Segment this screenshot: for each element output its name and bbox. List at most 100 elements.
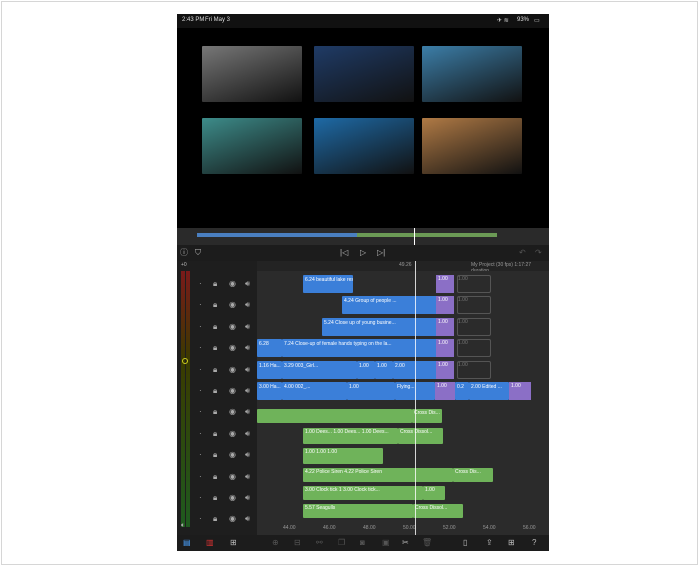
volume-icon[interactable]: 🔊︎ [245, 450, 250, 460]
ripple-icon[interactable]: · [199, 514, 202, 523]
transition-clip[interactable]: 1.00 [436, 360, 454, 379]
ripple-icon[interactable]: · [199, 493, 202, 502]
video-clip[interactable]: 2.00 Edited ... [469, 382, 509, 400]
lock-icon[interactable]: 🔒︎ [213, 279, 217, 289]
info-icon[interactable]: ⓘ [180, 248, 188, 258]
ripple-icon[interactable]: · [199, 343, 202, 352]
overview-scrubber[interactable] [177, 228, 549, 245]
copy-icon[interactable]: ❐ [338, 538, 345, 548]
video-clip[interactable]: 0.2 [455, 382, 469, 400]
ripple-icon[interactable]: · [199, 300, 202, 309]
preview-thumb-hands-typing[interactable] [202, 46, 302, 102]
lock-icon[interactable]: 🔒︎ [213, 407, 217, 417]
volume-icon[interactable]: 🔊︎ [245, 407, 250, 417]
volume-icon[interactable]: 🔊︎ [245, 472, 250, 482]
shield-icon[interactable]: ⛉ [195, 248, 201, 258]
ripple-icon[interactable]: · [199, 279, 202, 288]
camera-icon[interactable]: ◙ [360, 538, 365, 548]
volume-icon[interactable]: 🔊︎ [245, 493, 250, 503]
scissors-icon[interactable]: ✂ [402, 538, 409, 548]
transition-clip[interactable]: 1.00 [436, 296, 454, 315]
ghost-clip[interactable]: 1.00 [457, 275, 491, 293]
volume-icon[interactable]: 🔊︎ [245, 386, 250, 396]
volume-icon[interactable]: 🔊︎ [245, 514, 250, 524]
eye-icon[interactable]: ◉ [229, 343, 236, 352]
eye-icon[interactable]: ◉ [229, 429, 236, 438]
audio-clip[interactable]: Cross Dissol... [413, 504, 463, 518]
layout-icon[interactable]: ⊞ [508, 538, 515, 548]
ripple-icon[interactable]: · [199, 322, 202, 331]
split-icon[interactable]: ⊟ [294, 538, 301, 548]
lock-icon[interactable]: 🔒︎ [213, 386, 217, 396]
preview-thumb-glasses-reflection[interactable] [422, 46, 522, 102]
timeline-ruler[interactable]: 49.26 My Project (30 fps) 1:17:27 durati… [257, 261, 549, 274]
video-clip[interactable]: 6.28 [257, 339, 282, 358]
ghost-clip[interactable]: 1.00 [457, 296, 491, 315]
video-clip[interactable]: 3.00 Ha... [257, 382, 282, 400]
audio-clip[interactable]: Cross Dissol... [398, 428, 443, 444]
add-media-icon[interactable]: ⊞ [230, 538, 237, 548]
audio-clip[interactable]: 4.22 Police Siren 4.22 Police Siren [303, 468, 453, 482]
preview-canvas[interactable] [177, 28, 549, 228]
video-clip[interactable]: 3.29 003_Girl... [282, 360, 357, 379]
video-clip[interactable]: 1.00 [357, 360, 375, 379]
document-icon[interactable]: ▯ [463, 538, 467, 548]
playhead[interactable] [415, 261, 416, 535]
eye-icon[interactable]: ◉ [229, 279, 236, 288]
lock-icon[interactable]: 🔒︎ [213, 472, 217, 482]
transition-clip[interactable]: 1.00 [436, 275, 454, 293]
skip-back-icon[interactable]: |◁ [340, 248, 348, 258]
ghost-clip[interactable]: 1.00 [457, 360, 491, 379]
video-clip[interactable]: 4.24 Group of people ... [342, 296, 437, 315]
play-icon[interactable]: ▷ [360, 248, 366, 258]
skip-forward-icon[interactable]: ▷| [377, 248, 385, 258]
audio-clip[interactable]: Cross Dis... [412, 409, 442, 423]
audio-clip[interactable] [257, 409, 412, 423]
transition-clip[interactable]: 1.00 [435, 382, 455, 400]
redo-icon[interactable]: ↷ [535, 248, 542, 258]
video-clip[interactable]: 1.00 [347, 382, 395, 400]
ripple-icon[interactable]: · [199, 472, 202, 481]
timeline-view-icon[interactable]: ▤ [183, 538, 191, 548]
transition-clip[interactable]: 1.00 [436, 317, 454, 336]
lock-icon[interactable]: 🔒︎ [213, 514, 217, 524]
lock-icon[interactable]: 🔒︎ [213, 450, 217, 460]
audio-clip[interactable]: 3.00 Clock tick 1 3.00 Clock tick... [303, 486, 423, 500]
trash-icon[interactable]: 🗑︎ [422, 538, 432, 548]
preview-thumb-moon-clouds[interactable] [314, 46, 414, 102]
eye-icon[interactable]: ◉ [229, 386, 236, 395]
eye-icon[interactable]: ◉ [229, 472, 236, 481]
lock-icon[interactable]: 🔒︎ [213, 429, 217, 439]
timeline-tracks[interactable]: 6.24 beautiful lake resort , aerial view… [257, 271, 549, 535]
link-icon[interactable]: ⚯ [316, 538, 323, 548]
ghost-clip[interactable]: 1.00 [457, 317, 491, 336]
eye-icon[interactable]: ◉ [229, 514, 236, 523]
video-clip[interactable]: 5.24 Close up of young busine... [322, 317, 437, 336]
volume-icon[interactable]: 🔊︎ [245, 300, 250, 310]
duplicate-icon[interactable]: ▣ [382, 538, 390, 548]
ghost-clip[interactable]: 1.00 [457, 339, 491, 358]
volume-icon[interactable]: 🔊︎ [245, 322, 250, 332]
eye-icon[interactable]: ◉ [229, 322, 236, 331]
volume-icon[interactable]: 🔊︎ [245, 429, 250, 439]
lock-icon[interactable]: 🔒︎ [213, 493, 217, 503]
lock-icon[interactable]: 🔒︎ [213, 300, 217, 310]
transition-clip[interactable]: 1.00 [509, 382, 531, 400]
audio-clip[interactable]: 1.00 Dees... 1.00 Dees... 1.00 Dees... [303, 428, 398, 444]
audio-clip[interactable]: 1.00 [423, 486, 445, 500]
volume-icon[interactable]: 🔊︎ [245, 343, 250, 353]
ripple-icon[interactable]: · [199, 407, 202, 416]
lock-icon[interactable]: 🔒︎ [213, 365, 217, 375]
lock-icon[interactable]: 🔒︎ [213, 343, 217, 353]
video-clip[interactable]: 6.24 beautiful lake resort , aerial view… [303, 275, 353, 293]
preview-thumb-lake-forest[interactable] [202, 118, 302, 174]
transition-clip[interactable]: 1.00 [436, 339, 454, 358]
audio-clip[interactable]: Cross Dis... [453, 468, 493, 482]
speaker-icon[interactable]: 🔈︎ [181, 522, 185, 530]
ripple-icon[interactable]: · [199, 429, 202, 438]
video-clip[interactable]: 4.00 002_... [282, 382, 347, 400]
audio-clip[interactable]: 1.00 1.00 1.00 [303, 448, 383, 464]
video-clip[interactable]: 7.24 Close-up of female hands typing on … [282, 339, 437, 358]
ripple-icon[interactable]: · [199, 365, 202, 374]
lock-icon[interactable]: 🔒︎ [213, 322, 217, 332]
